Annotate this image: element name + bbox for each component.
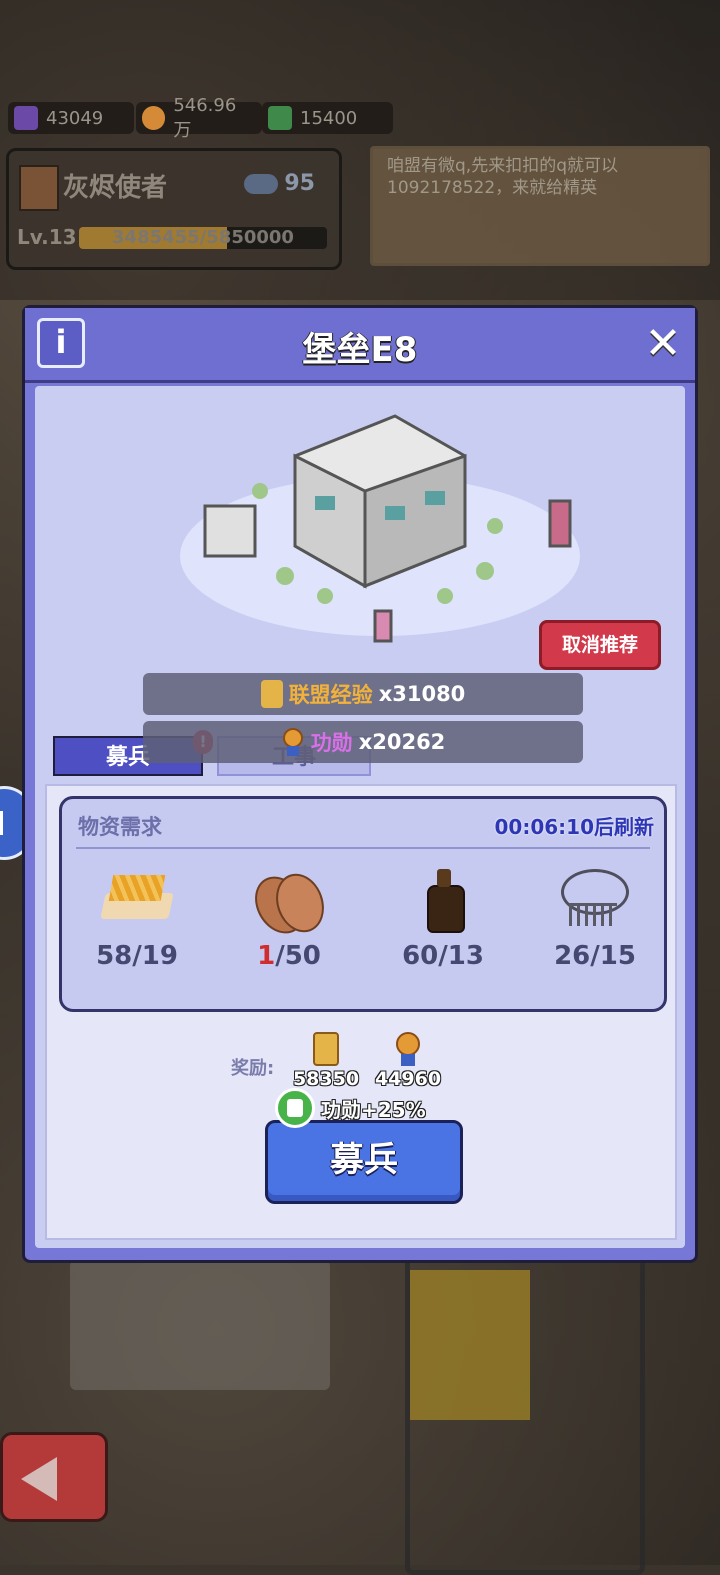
resource-book: 15400 xyxy=(262,102,393,134)
back-arrow-icon xyxy=(21,1457,57,1501)
resource-medal: 546.96万 xyxy=(136,95,262,141)
reward-value: 44960 xyxy=(374,1068,442,1090)
reward-merit: 44960 xyxy=(373,1032,443,1090)
supply-qty: 60/13 xyxy=(388,941,498,971)
reward-label: 奖励: xyxy=(231,1058,275,1079)
merit-amount: x20262 xyxy=(358,730,446,754)
background-cart xyxy=(405,1255,645,1575)
supply-need: /19 xyxy=(132,941,178,971)
supply-need: /50 xyxy=(275,941,321,971)
refresh-timer: 00:06:10后刷新 xyxy=(494,815,655,839)
alliance-notice: 咱盟有微q,先来扣扣的q就可以1092178522，来就给精英 xyxy=(370,146,710,266)
chevron-left-icon xyxy=(0,811,19,835)
reward-alliance-exp: 58350 xyxy=(291,1032,361,1090)
alliance-level: Lv.13 xyxy=(17,225,77,249)
supply-title: 物资需求 xyxy=(78,815,162,839)
fries-icon xyxy=(97,863,177,933)
thumbs-up-icon xyxy=(275,1088,315,1128)
resource-value: 43049 xyxy=(46,107,104,129)
book-icon xyxy=(268,106,292,130)
supply-have: 58 xyxy=(96,941,133,971)
supply-qty: 26/15 xyxy=(540,941,650,971)
resource-value: 15400 xyxy=(300,107,358,129)
alliance-exp-label: 联盟经验 xyxy=(288,683,373,707)
dialog-header: i 堡垒E8 ✕ xyxy=(25,308,695,383)
dialog-title: 堡垒E8 xyxy=(302,330,418,370)
recruit-button[interactable]: 募兵 xyxy=(265,1120,463,1204)
merit-medal-icon xyxy=(281,728,305,756)
supply-item-fishbone[interactable]: 26/15 xyxy=(540,863,650,971)
member-count-value: 95 xyxy=(284,171,315,196)
supply-item-sauce-bottle[interactable]: 60/13 xyxy=(388,863,498,971)
merit-label: 功勋 xyxy=(310,731,353,755)
alliance-flag-icon xyxy=(19,165,59,211)
members-icon xyxy=(244,173,279,194)
alliance-exp-icon xyxy=(260,680,283,708)
blueprint-icon xyxy=(14,106,38,130)
fortress-building-illustration xyxy=(180,414,580,643)
alliance-exp-reward: 联盟经验 x31080 xyxy=(143,673,583,715)
recruit-panel: 物资需求 00:06:10后刷新 58/19 1/50 60/13 26/15 … xyxy=(45,784,677,1240)
fishbone-necklace-icon xyxy=(555,863,635,933)
medal-icon xyxy=(142,106,166,130)
alliance-exp-icon xyxy=(313,1032,339,1066)
supply-need: /13 xyxy=(438,941,484,971)
fortress-dialog: i 堡垒E8 ✕ 取消推荐 联盟经验 x31080 募兵 功勋 x20262 物… xyxy=(22,305,698,1263)
cocoa-beans-icon xyxy=(249,863,329,933)
merit-bonus: 功勋+25% xyxy=(275,1088,426,1128)
supply-have: 1 xyxy=(257,941,276,971)
merit-reward: 功勋 x20262 xyxy=(143,721,583,763)
dialog-body: 取消推荐 联盟经验 x31080 募兵 ! 工事 功勋 x20262 物资需求 … xyxy=(35,386,685,1248)
supply-have: 60 xyxy=(402,941,439,971)
alliance-exp-amount: x31080 xyxy=(378,682,466,706)
xp-text: 3485455/5850000 xyxy=(112,227,294,248)
supply-qty: 1/50 xyxy=(234,941,344,971)
resource-blueprint: 43049 xyxy=(8,102,134,134)
back-button[interactable] xyxy=(0,1432,108,1522)
supply-need: /15 xyxy=(590,941,636,971)
divider xyxy=(76,847,650,849)
supply-qty: 58/19 xyxy=(82,941,192,971)
merit-bonus-text: 功勋+25% xyxy=(321,1097,426,1122)
background-desk xyxy=(70,1260,330,1390)
sauce-bottle-icon xyxy=(403,863,483,933)
resource-value: 546.96万 xyxy=(173,94,237,141)
xp-bar: 3485455/5850000 xyxy=(79,227,327,249)
cancel-recommend-button[interactable]: 取消推荐 xyxy=(539,620,661,670)
supply-item-cocoa-beans[interactable]: 1/50 xyxy=(234,863,344,971)
member-count: 95 xyxy=(244,171,315,196)
merit-medal-icon xyxy=(395,1032,421,1066)
alliance-card: 灰烬使者 95 Lv.13 3485455/5850000 xyxy=(6,148,342,270)
reward-value: 58350 xyxy=(292,1068,360,1090)
alliance-name: 灰烬使者 xyxy=(63,173,168,203)
close-button[interactable]: ✕ xyxy=(639,320,687,368)
supply-item-fries[interactable]: 58/19 xyxy=(82,863,192,971)
supply-requirements: 物资需求 00:06:10后刷新 58/19 1/50 60/13 26/15 xyxy=(59,796,667,1012)
supply-have: 26 xyxy=(554,941,591,971)
